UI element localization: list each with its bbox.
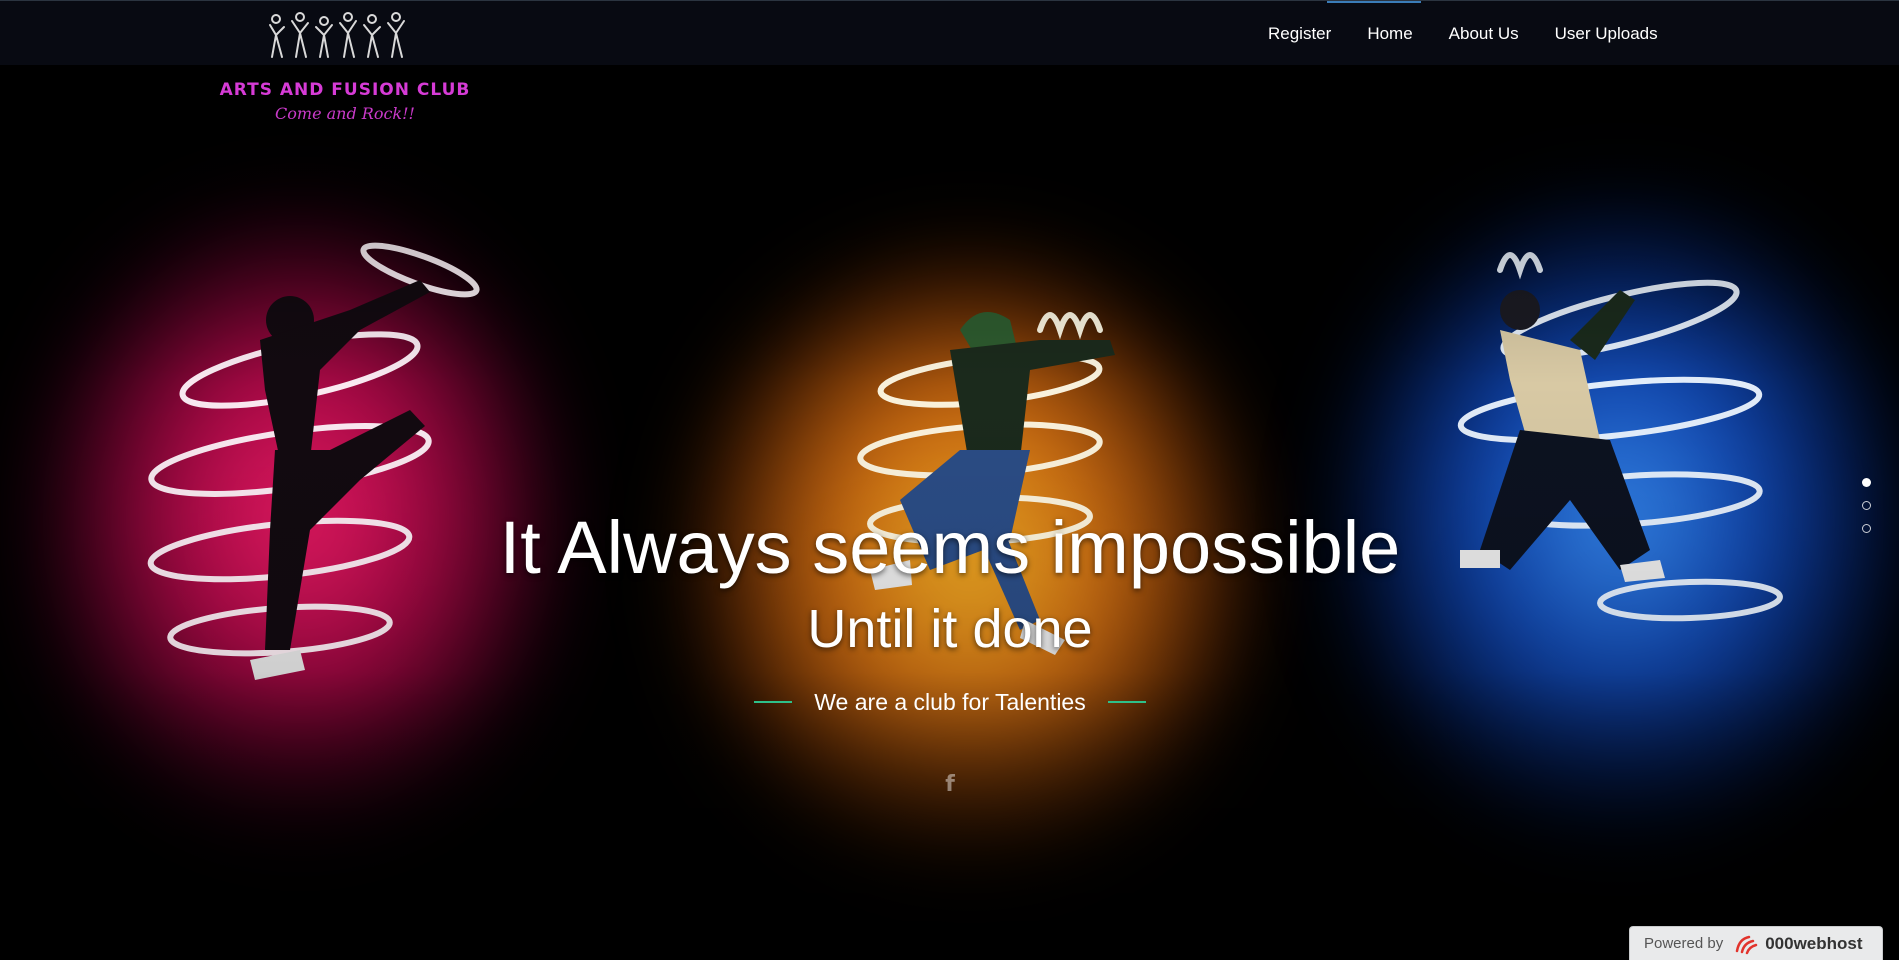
slider-dot-1[interactable] [1862, 478, 1871, 487]
webhost-logo-icon [1735, 935, 1758, 954]
tagline-left-divider [754, 701, 793, 703]
hero-headline: It Always seems impossible [499, 506, 1401, 589]
nav-active-indicator [1327, 1, 1421, 3]
facebook-icon[interactable]: f [940, 772, 960, 798]
nav-home-link[interactable]: Home [1349, 23, 1430, 45]
slider-dot-3[interactable] [1862, 524, 1871, 533]
brand-subtitle: Come and Rock!! [275, 104, 415, 123]
hero-tagline: We are a club for Talenties [814, 688, 1086, 715]
powered-by-label: Powered by [1644, 935, 1724, 952]
slider-pagination [1862, 478, 1871, 533]
powered-by-brand: 000webhost [1765, 933, 1863, 953]
tagline-right-divider [1107, 701, 1146, 703]
nav-register-link[interactable]: Register [1250, 23, 1349, 45]
hero-slider: Register Home About Us User Uploads ARTS… [0, 0, 1899, 960]
nav-user-uploads-link[interactable]: User Uploads [1537, 23, 1676, 45]
main-nav: Register Home About Us User Uploads [1250, 23, 1676, 45]
brand-title: ARTS AND FUSION CLUB [219, 80, 471, 100]
hero-subheadline: Until it done [807, 599, 1093, 659]
dancers-logo-icon[interactable] [262, 7, 422, 63]
nav-about-us-link[interactable]: About Us [1431, 23, 1537, 45]
vignette-overlay [0, 0, 1899, 960]
powered-by-badge[interactable]: Powered by 000webhost [1629, 926, 1883, 960]
top-navbar: Register Home About Us User Uploads [0, 0, 1899, 65]
slider-dot-2[interactable] [1862, 501, 1871, 510]
tagline-row: We are a club for Talenties [700, 686, 1200, 718]
